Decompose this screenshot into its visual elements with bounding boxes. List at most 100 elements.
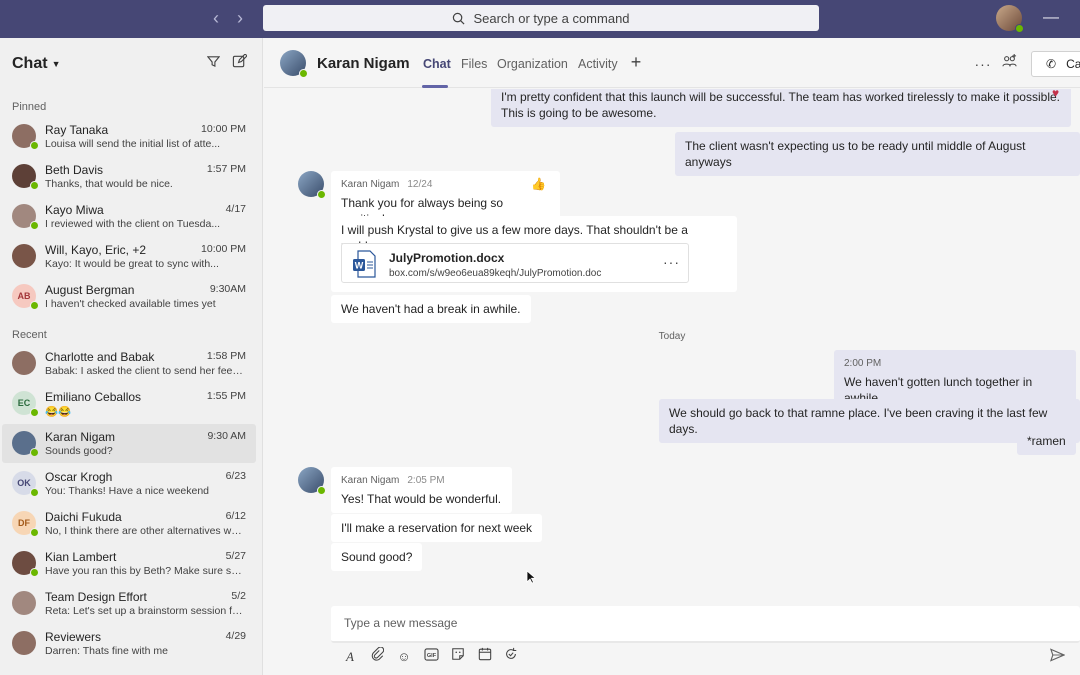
avatar[interactable] — [298, 171, 326, 199]
chat-item-name: Kian Lambert — [45, 550, 117, 564]
presence-available-icon — [30, 408, 39, 417]
search-icon — [453, 12, 465, 24]
minimize-icon[interactable]: — — [1040, 9, 1062, 29]
phone-icon: ✆ — [1046, 57, 1057, 71]
call-button[interactable]: ✆ Ca — [1031, 51, 1080, 77]
search-bar[interactable]: Search or type a command — [263, 5, 819, 31]
chat-item-preview: Reta: Let's set up a brainstorm session … — [45, 605, 245, 617]
new-chat-icon[interactable] — [229, 53, 249, 74]
chat-item-name: Team Design Effort — [45, 590, 147, 604]
tab-files[interactable]: Files — [461, 57, 487, 71]
message-outgoing[interactable]: The client wasn't expecting us to be rea… — [675, 132, 1080, 176]
message-sender: Karan Nigam — [341, 475, 400, 486]
chat-item-kayo-miwa[interactable]: Kayo Miwa 4/17 I reviewed with the clien… — [2, 197, 256, 236]
presence-available-icon — [317, 486, 326, 495]
message-text: Yes! That would be wonderful. — [341, 492, 502, 506]
chat-item-preview: No, I think there are other alternatives… — [45, 525, 245, 537]
chevron-left-icon[interactable]: ‹ — [206, 8, 226, 28]
chat-item-name: Reviewers — [45, 630, 102, 644]
chat-item-team-design-effort[interactable]: Team Design Effort 5/2 Reta: Let's set u… — [2, 584, 256, 623]
message-incoming[interactable]: Sound good? — [331, 543, 423, 571]
message-incoming[interactable]: I will push Krystal to give us a few mor… — [331, 216, 737, 292]
profile-avatar[interactable] — [996, 5, 1024, 33]
chat-item-oscar-krogh[interactable]: OK Oscar Krogh 6/23 You: Thanks! Have a … — [2, 464, 256, 503]
chat-item-preview: Kayo: It would be great to sync with... — [45, 258, 219, 270]
loop-icon[interactable] — [501, 647, 521, 667]
chat-item-preview: Have you ran this by Beth? Make sure she… — [45, 565, 245, 577]
message-incoming[interactable]: I'll make a reservation for next week — [331, 514, 543, 542]
format-icon[interactable]: A — [340, 647, 360, 667]
recent-section-label: Recent — [12, 329, 47, 341]
send-icon[interactable] — [1046, 647, 1068, 667]
chat-item-kian-lambert[interactable]: Kian Lambert 5/27 Have you ran this by B… — [2, 544, 256, 583]
presence-available-icon — [1015, 24, 1024, 33]
chat-item-beth-davis[interactable]: Beth Davis 1:57 PM Thanks, that would be… — [2, 157, 256, 196]
message-time: 2:05 PM — [407, 475, 445, 486]
chat-item-karan-nigam[interactable]: Karan Nigam 9:30 AM Sounds good? — [2, 424, 256, 463]
tab-activity[interactable]: Activity — [578, 57, 618, 71]
search-placeholder: Search or type a command — [473, 10, 630, 26]
gif-icon[interactable]: GIF — [421, 647, 441, 667]
chat-item-time: 1:58 PM — [206, 350, 246, 362]
presence-available-icon — [30, 488, 39, 497]
more-options-icon[interactable]: ··· — [973, 54, 993, 74]
chat-item-time: 9:30AM — [209, 283, 246, 295]
add-people-icon[interactable] — [999, 54, 1019, 74]
chat-item-emiliano-ceballos[interactable]: EC Emiliano Ceballos 1:55 PM 😂😂 — [2, 384, 256, 423]
attach-icon[interactable] — [367, 646, 387, 667]
chat-item-preview: 😂😂 — [45, 406, 72, 418]
compose-box[interactable] — [331, 606, 1080, 643]
chat-item-reviewers[interactable]: Reviewers 4/29 Darren: Thats fine with m… — [2, 624, 256, 663]
sticker-icon[interactable] — [448, 647, 468, 667]
avatar — [12, 351, 36, 375]
chat-item-preview: Sounds good? — [45, 445, 113, 457]
avatar — [12, 631, 36, 655]
chat-item-preview: I haven't checked available times yet — [45, 298, 216, 310]
message-input[interactable] — [344, 616, 1044, 630]
chat-item-ray-tanaka[interactable]: Ray Tanaka 10:00 PM Louisa will send the… — [2, 117, 256, 156]
mouse-cursor-icon — [526, 570, 536, 584]
chat-item-name: Daichi Fukuda — [45, 510, 122, 524]
svg-text:W: W — [355, 261, 364, 271]
chat-item-daichi-fukuda[interactable]: DF Daichi Fukuda 6/12 No, I think there … — [2, 504, 256, 543]
presence-available-icon — [299, 69, 308, 78]
add-tab-icon[interactable]: + — [626, 52, 646, 72]
chevron-right-icon[interactable]: › — [230, 8, 250, 28]
chat-list-title[interactable]: Chat ▼ — [12, 55, 60, 73]
chat-item-august-bergman[interactable]: AB August Bergman 9:30AM I haven't check… — [2, 277, 256, 316]
chat-title: Karan Nigam — [317, 55, 410, 72]
chat-item-time: 5/27 — [225, 550, 246, 562]
schedule-meeting-icon[interactable] — [475, 647, 495, 667]
message-list[interactable]: I'm pretty confident that this launch wi… — [264, 89, 1080, 604]
avatar[interactable] — [298, 467, 326, 495]
message-text: *ramen — [1027, 434, 1066, 448]
chat-item-group-will-kayo-eric[interactable]: Will, Kayo, Eric, +2 10:00 PM Kayo: It w… — [2, 237, 256, 276]
chat-item-name: Oscar Krogh — [45, 470, 113, 484]
date-separator: Today — [658, 331, 686, 342]
filter-icon[interactable] — [203, 54, 223, 74]
chat-item-name: August Bergman — [45, 283, 135, 297]
chat-item-time: 6/12 — [225, 510, 246, 522]
message-incoming[interactable]: Karan Nigam 2:05 PM Yes! That would be wo… — [331, 467, 512, 513]
emoji-icon[interactable]: ☺ — [394, 647, 414, 667]
message-text: We haven't had a break in awhile. — [341, 302, 521, 316]
more-options-icon[interactable]: ··· — [663, 254, 680, 270]
heart-reaction-icon[interactable]: ♥ — [1052, 89, 1059, 100]
presence-available-icon — [30, 301, 39, 310]
chat-item-charlotte-and-babak[interactable]: Charlotte and Babak 1:58 PM Babak: I ask… — [2, 344, 256, 383]
tab-organization[interactable]: Organization — [497, 57, 568, 71]
thumbs-up-reaction-icon[interactable]: 👍 — [531, 177, 546, 191]
message-outgoing[interactable]: *ramen — [1017, 427, 1076, 455]
message-text: Sound good? — [341, 550, 413, 564]
avatar[interactable] — [280, 50, 308, 78]
chat-item-preview: Louisa will send the initial list of att… — [45, 138, 221, 150]
file-attachment[interactable]: W JulyPromotion.docx box.com/s/w9eo6eua8… — [341, 243, 689, 283]
message-incoming[interactable]: We haven't had a break in awhile. — [331, 295, 531, 323]
chat-item-name: Karan Nigam — [45, 430, 116, 444]
message-outgoing[interactable]: I'm pretty confident that this launch wi… — [491, 89, 1071, 127]
tab-chat[interactable]: Chat — [423, 57, 451, 71]
message-time: 2:00 PM — [844, 358, 882, 369]
chat-item-time: 10:00 PM — [201, 243, 246, 255]
avatar — [12, 244, 36, 268]
call-button-label: Ca — [1066, 57, 1080, 71]
